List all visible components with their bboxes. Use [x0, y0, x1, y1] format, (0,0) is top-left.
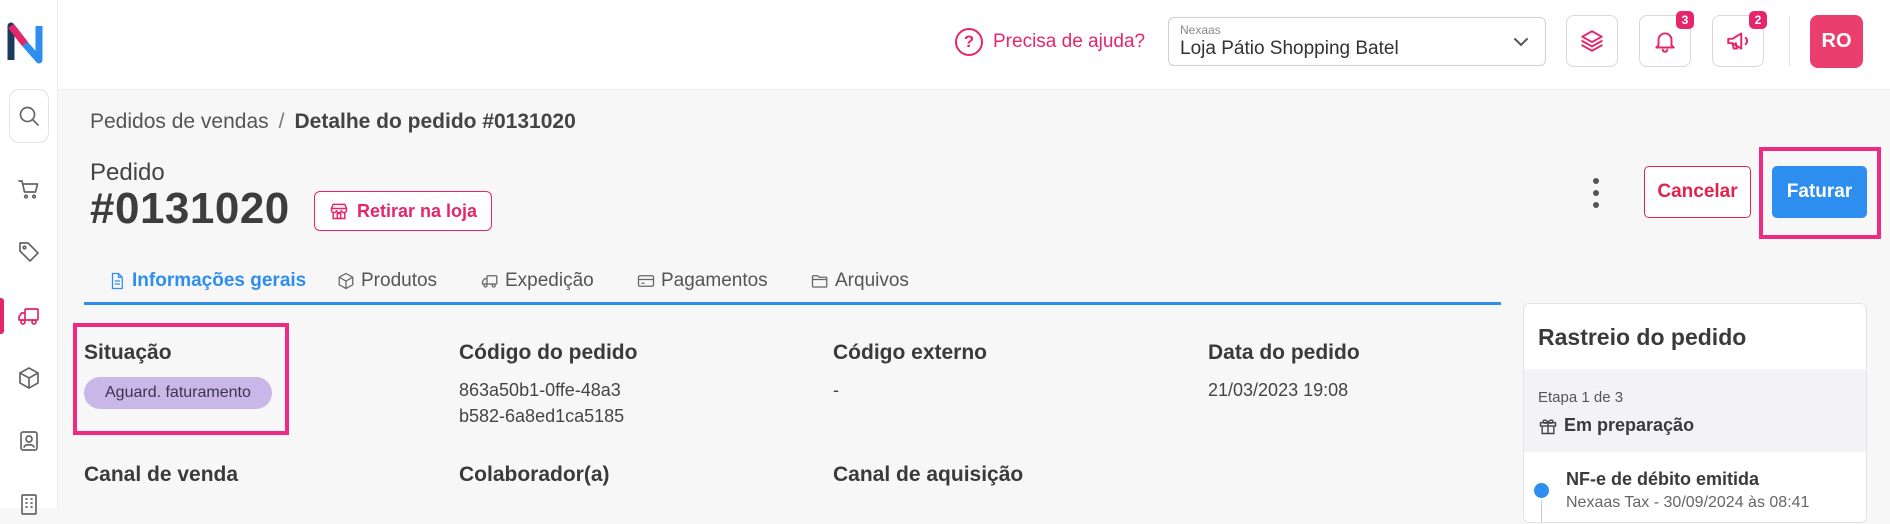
breadcrumb-current: Detalhe do pedido #0131020: [294, 110, 576, 133]
breadcrumb-parent[interactable]: Pedidos de vendas: [90, 110, 269, 133]
sidebar-item-orders[interactable]: [9, 296, 49, 336]
data-pedido-value: 21/03/2023 19:08: [1208, 380, 1349, 400]
box-icon: [338, 272, 354, 290]
store-select-caption: Nexaas: [1180, 23, 1221, 37]
help-link[interactable]: ? Precisa de ajuda?: [955, 28, 1145, 56]
store-icon: [330, 203, 348, 220]
question-circle-icon: ?: [955, 28, 983, 56]
colaborador-label: Colaborador(a): [459, 463, 610, 486]
codigo-pedido-line1: 863a50b1-0ffe-48a3: [459, 380, 621, 400]
canal-venda-label: Canal de venda: [84, 463, 239, 486]
layers-icon: [1581, 30, 1603, 52]
cart-icon: [18, 180, 39, 199]
order-label: Pedido: [90, 159, 165, 186]
store-select[interactable]: Nexaas Loja Pátio Shopping Batel: [1168, 17, 1546, 66]
timeline-dot: [1534, 483, 1549, 498]
nexaas-logo[interactable]: [7, 20, 47, 64]
announcements-badge: 2: [1749, 11, 1767, 29]
pickup-in-store-badge[interactable]: Retirar na loja: [314, 191, 493, 231]
tab-label: Arquivos: [835, 270, 909, 291]
tab-informacoes-gerais[interactable]: Informações gerais: [108, 270, 306, 292]
tab-expedicao[interactable]: Expedição: [481, 270, 594, 292]
tab-label: Informações gerais: [132, 270, 307, 291]
sidebar-active-indicator: [0, 298, 4, 334]
avatar[interactable]: RO: [1810, 15, 1863, 68]
codigo-externo-value: -: [833, 380, 839, 400]
tab-label: Pagamentos: [661, 270, 768, 291]
tabs: Informações gerais Produtos Expedição Pa…: [84, 264, 1501, 305]
tab-label: Expedição: [505, 270, 594, 291]
invoice-button[interactable]: Faturar: [1772, 166, 1867, 218]
gift-box-icon: [1539, 418, 1557, 434]
notifications-button[interactable]: 3: [1639, 11, 1694, 67]
building-icon: [21, 494, 37, 515]
tag-icon: [19, 242, 39, 262]
store-select-value: Loja Pátio Shopping Batel: [1180, 38, 1399, 59]
layers-button[interactable]: [1566, 15, 1618, 67]
credit-card-icon: [637, 275, 655, 287]
status-badge: Aguard. faturamento: [84, 377, 272, 409]
tab-arquivos[interactable]: Arquivos: [811, 270, 909, 292]
announcements-button[interactable]: 2: [1712, 11, 1767, 67]
cancel-button[interactable]: Cancelar: [1644, 166, 1751, 218]
box-icon: [19, 367, 39, 389]
stage-name-label: Em preparação: [1564, 415, 1695, 435]
more-options-icon[interactable]: [1588, 178, 1604, 208]
search-icon: [19, 106, 39, 126]
data-pedido-label: Data do pedido: [1208, 341, 1360, 364]
codigo-pedido-label: Código do pedido: [459, 341, 638, 364]
codigo-externo-label: Código externo: [833, 341, 988, 364]
pickup-label: Retirar na loja: [357, 200, 478, 221]
stage-name: Em preparação: [1538, 415, 1694, 436]
truck-icon: [481, 275, 498, 288]
folder-icon: [811, 275, 828, 288]
sidebar-item-search[interactable]: [9, 89, 49, 143]
timeline-line: [1541, 500, 1542, 522]
tab-produtos[interactable]: Produtos: [337, 270, 437, 292]
notifications-badge: 3: [1676, 11, 1694, 29]
contact-icon: [20, 431, 38, 451]
help-label: Precisa de ajuda?: [993, 31, 1146, 52]
truck-icon: [18, 308, 39, 325]
megaphone-icon: [1727, 32, 1748, 50]
sidebar: [0, 0, 58, 515]
breadcrumb-separator: /: [278, 110, 285, 133]
order-number: #0131020: [90, 184, 290, 233]
sidebar-item-contacts[interactable]: [9, 421, 49, 461]
sidebar-item-company[interactable]: [9, 484, 49, 524]
stage-step: Etapa 1 de 3: [1538, 389, 1624, 406]
event-subtitle: Nexaas Tax - 30/09/2024 às 08:41: [1566, 494, 1810, 511]
tab-pagamentos[interactable]: Pagamentos: [637, 270, 768, 292]
topbar-divider: [1789, 16, 1790, 66]
bell-icon: [1655, 32, 1675, 53]
sidebar-item-products[interactable]: [9, 358, 49, 398]
chevron-down-icon: [1514, 38, 1528, 47]
tracking-panel: Rastreio do pedido Etapa 1 de 3 Em prepa…: [1523, 303, 1867, 523]
tab-label: Produtos: [361, 270, 438, 291]
situacao-label: Situação: [84, 341, 172, 364]
document-icon: [111, 272, 123, 290]
breadcrumb: Pedidos de vendas / Detalhe do pedido #013…: [90, 110, 576, 134]
tracking-title: Rastreio do pedido: [1538, 324, 1747, 350]
topbar: ? Precisa de ajuda? Nexaas Loja Pátio Sh…: [58, 0, 1890, 90]
codigo-pedido-line2: b582-6a8ed1ca5185: [459, 406, 625, 426]
event-title: NF-e de débito emitida: [1566, 469, 1760, 489]
sidebar-item-cart[interactable]: [9, 169, 49, 209]
canal-aquisicao-label: Canal de aquisição: [833, 463, 1024, 486]
tracking-stage: Etapa 1 de 3 Em preparação: [1524, 369, 1866, 452]
sidebar-item-tags[interactable]: [9, 232, 49, 272]
